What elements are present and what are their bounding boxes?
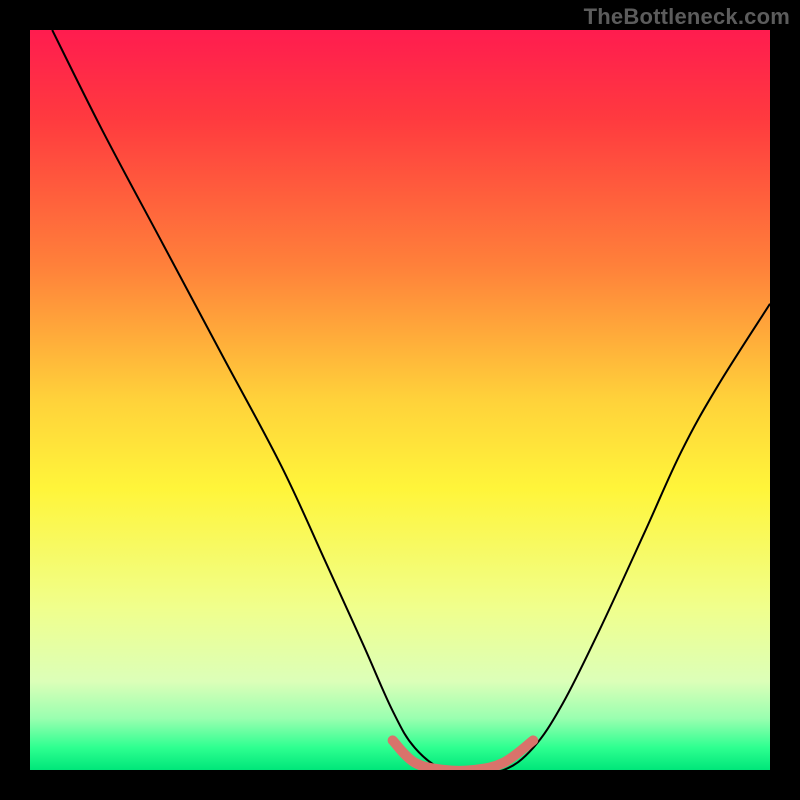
plot-area [30, 30, 770, 770]
gradient-background [30, 30, 770, 770]
watermark-text: TheBottleneck.com [584, 4, 790, 30]
chart-svg [30, 30, 770, 770]
chart-frame: TheBottleneck.com [0, 0, 800, 800]
